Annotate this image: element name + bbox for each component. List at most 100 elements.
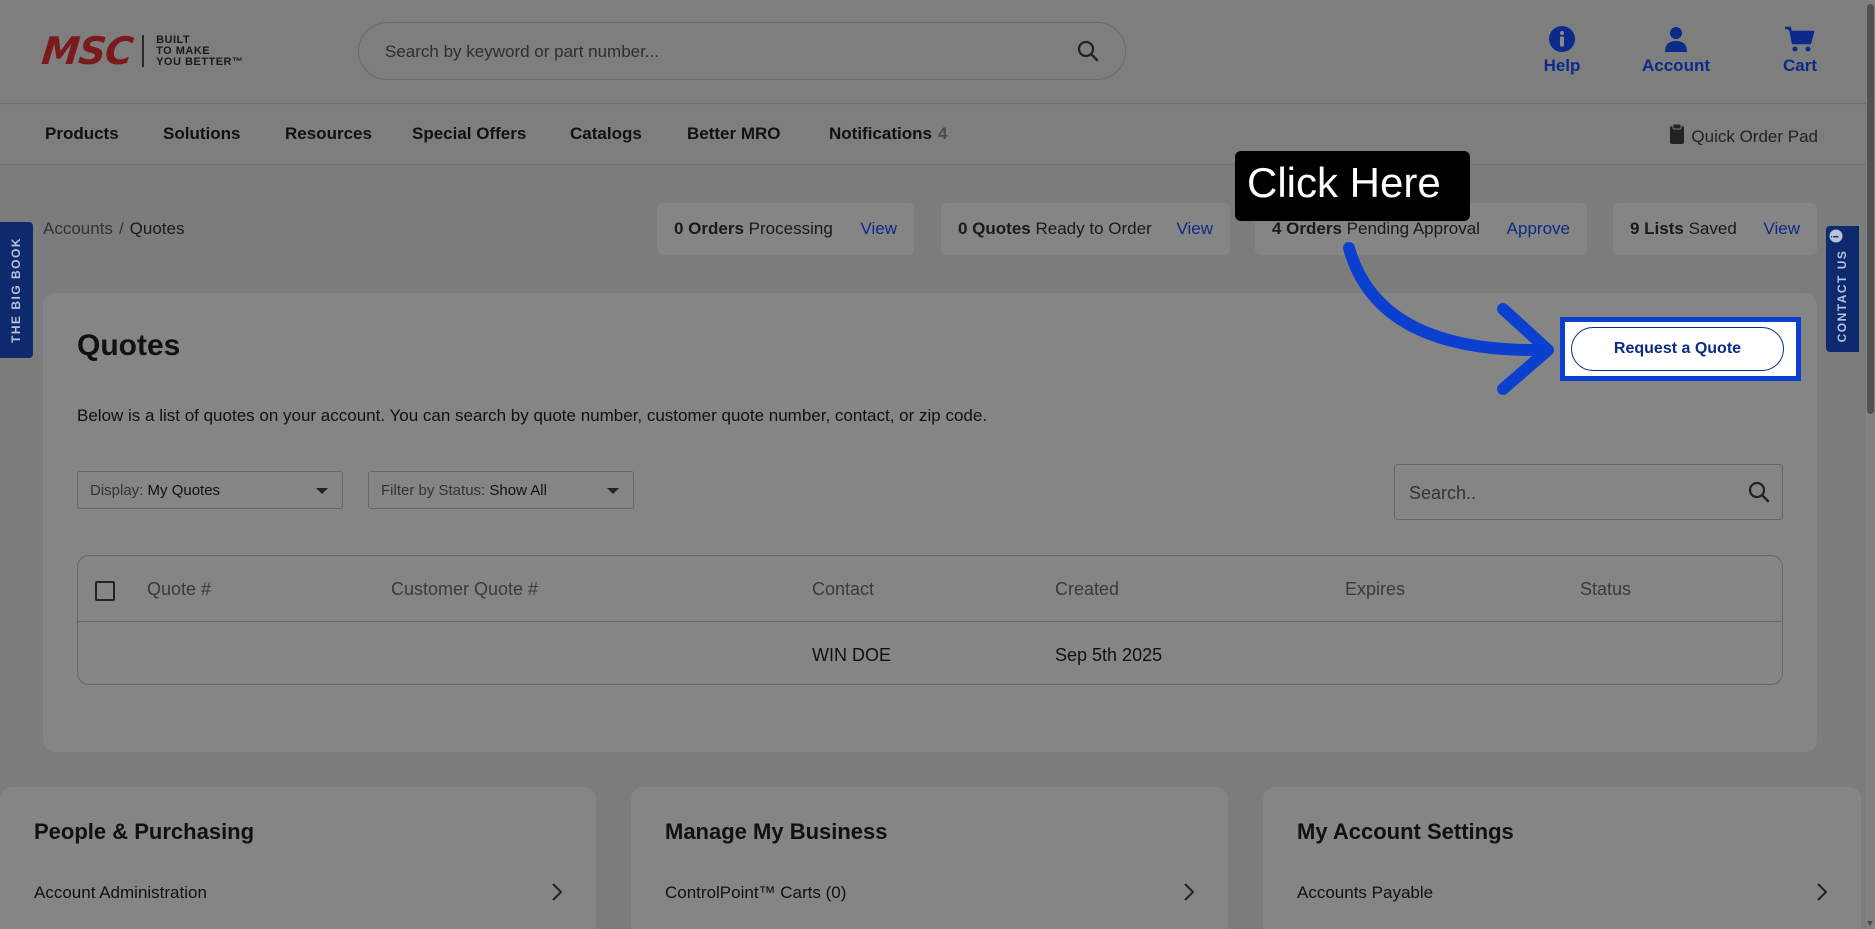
stat-count: 0 Quotes	[958, 219, 1031, 238]
view-orders-processing-link[interactable]: View	[860, 219, 897, 239]
filter-value: Show All	[489, 482, 547, 499]
site-header: MSC BUILT TO MAKE YOU BETTER™ Help Accou…	[0, 0, 1866, 104]
col-customer-quote-number[interactable]: Customer Quote #	[391, 579, 538, 600]
col-contact[interactable]: Contact	[812, 579, 874, 600]
table-header: Quote # Customer Quote # Contact Created…	[78, 556, 1782, 622]
quote-search	[1394, 464, 1783, 520]
breadcrumb-separator: /	[118, 219, 124, 238]
breadcrumb-accounts[interactable]: Accounts	[43, 219, 113, 238]
contact-us-label: CONTACT US	[1835, 249, 1849, 343]
contact-us-tab[interactable]: i CONTACT US	[1826, 226, 1859, 352]
nav-better-mro[interactable]: Better MRO	[687, 124, 781, 144]
card-title: My Account Settings	[1297, 819, 1514, 844]
request-quote-highlight: Request a Quote	[1560, 317, 1801, 381]
nav-solutions[interactable]: Solutions	[163, 124, 240, 144]
breadcrumb-current: Quotes	[129, 219, 185, 238]
display-value: My Quotes	[147, 482, 221, 499]
cart-button[interactable]: Cart	[1755, 24, 1845, 76]
logo-wordmark: MSC	[39, 29, 135, 73]
stat-count: 4 Orders	[1272, 219, 1342, 238]
quote-search-input[interactable]	[1409, 479, 1729, 507]
page-description: Below is a list of quotes on your accoun…	[77, 406, 988, 425]
stat-label: Saved	[1688, 219, 1737, 238]
clipboard-icon	[1669, 123, 1685, 150]
col-status[interactable]: Status	[1580, 579, 1631, 600]
view-quotes-ready-link[interactable]: View	[1176, 219, 1213, 239]
search-icon[interactable]	[1748, 481, 1770, 508]
filter-label: Filter by Status:	[381, 482, 486, 499]
logo-divider	[142, 35, 145, 67]
quick-order-label: Quick Order Pad	[1691, 126, 1818, 146]
big-book-label: THE BIG BOOK	[9, 236, 23, 344]
chevron-right-icon[interactable]	[1817, 883, 1828, 906]
account-label: Account	[1642, 56, 1710, 75]
cell-created: Sep 5th 2025	[1055, 645, 1163, 665]
notifications-count: 4	[937, 124, 948, 143]
controlpoint-carts-link[interactable]: ControlPoint™ Carts (0)	[665, 883, 846, 903]
notifications-label: Notifications	[829, 124, 932, 143]
nav-special-offers[interactable]: Special Offers	[412, 124, 526, 144]
stat-label: Processing	[748, 219, 833, 238]
caret-down-icon	[607, 488, 619, 494]
stat-count: 0 Orders	[674, 219, 744, 238]
stat-quotes-ready: 0 Quotes Ready to Order View	[941, 203, 1230, 255]
nav-catalogs[interactable]: Catalogs	[570, 124, 642, 144]
info-icon	[1517, 24, 1607, 54]
stat-label: Pending Approval	[1346, 219, 1480, 238]
display-label: Display:	[90, 482, 144, 499]
nav-notifications[interactable]: Notifications 4	[829, 124, 947, 144]
status-filter-dropdown[interactable]: Filter by Status: Show All	[368, 471, 634, 509]
search-icon[interactable]	[1077, 40, 1099, 67]
approve-orders-link[interactable]: Approve	[1507, 219, 1570, 239]
quick-order-pad-button[interactable]: Quick Order Pad	[1669, 123, 1818, 150]
help-label: Help	[1543, 56, 1581, 75]
site-search-input[interactable]	[385, 37, 1045, 67]
logo-tagline: BUILT TO MAKE YOU BETTER™	[156, 33, 244, 68]
main-nav: Products Solutions Resources Special Off…	[0, 105, 1866, 165]
display-dropdown[interactable]: Display: My Quotes	[77, 471, 343, 509]
card-title: Manage My Business	[665, 819, 888, 844]
stat-label: Ready to Order	[1035, 219, 1152, 238]
site-search	[358, 22, 1126, 80]
msc-logo[interactable]: MSC BUILT TO MAKE YOU BETTER™	[39, 29, 244, 73]
scrollbar-thumb[interactable]	[1867, 4, 1874, 414]
stat-lists-saved: 9 Lists Saved View	[1613, 203, 1817, 255]
account-button[interactable]: Account	[1631, 24, 1721, 76]
accounts-payable-link[interactable]: Accounts Payable	[1297, 883, 1433, 903]
account-administration-link[interactable]: Account Administration	[34, 883, 207, 903]
tagline-line-3: YOU BETTER	[156, 55, 232, 68]
cart-icon	[1755, 24, 1845, 54]
chevron-right-icon[interactable]	[552, 883, 563, 906]
page-title: Quotes	[77, 329, 181, 362]
stat-orders-processing: 0 Orders Processing View	[657, 203, 914, 255]
nav-resources[interactable]: Resources	[285, 124, 372, 144]
nav-products[interactable]: Products	[45, 124, 119, 144]
people-purchasing-card: People & Purchasing Account Administrati…	[0, 787, 596, 929]
select-all-checkbox[interactable]	[95, 581, 115, 601]
caret-down-icon	[316, 488, 328, 494]
cell-contact: WIN DOE	[812, 645, 891, 665]
col-quote-number[interactable]: Quote #	[147, 579, 211, 600]
scroll-down-arrow[interactable]	[1867, 921, 1873, 926]
stat-count: 9 Lists	[1630, 219, 1684, 238]
view-lists-link[interactable]: View	[1763, 219, 1800, 239]
help-button[interactable]: Help	[1517, 24, 1607, 76]
user-icon	[1631, 24, 1721, 54]
col-created[interactable]: Created	[1055, 579, 1119, 600]
chevron-right-icon[interactable]	[1184, 883, 1195, 906]
trademark: ™	[231, 55, 244, 68]
status-filter-label: Filter by Status: Show All	[381, 482, 547, 499]
tagline-line-1: BUILT	[156, 33, 191, 46]
info-icon: i	[1829, 229, 1843, 243]
request-quote-button[interactable]: Request a Quote	[1571, 327, 1784, 371]
card-title: People & Purchasing	[34, 819, 255, 844]
quotes-table: Quote # Customer Quote # Contact Created…	[77, 555, 1783, 685]
quotes-panel: Quotes Below is a list of quotes on your…	[43, 293, 1817, 752]
cart-label: Cart	[1782, 56, 1817, 75]
page-scrollbar[interactable]	[1866, 0, 1875, 929]
breadcrumb: Accounts / Quotes	[43, 219, 184, 239]
display-dropdown-label: Display: My Quotes	[90, 482, 220, 499]
col-expires[interactable]: Expires	[1345, 579, 1405, 600]
click-here-callout: Click Here	[1235, 151, 1470, 221]
big-book-tab[interactable]: THE BIG BOOK	[0, 222, 33, 358]
